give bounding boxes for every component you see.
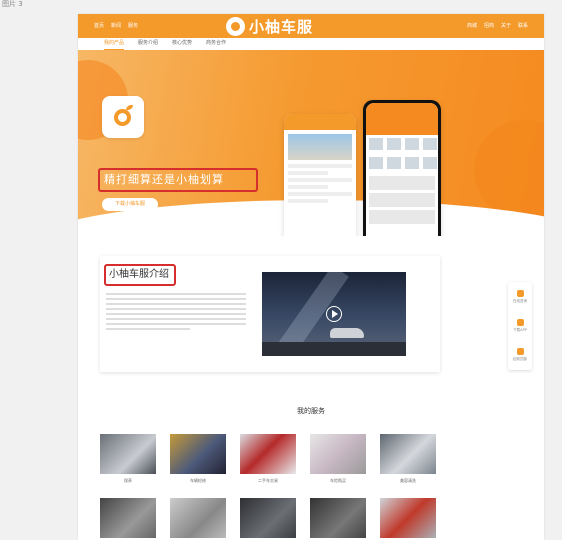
- service-label: 美容清洗: [400, 478, 416, 483]
- mock-line: [288, 164, 352, 168]
- service-card-insurance[interactable]: 车险购买: [310, 434, 366, 484]
- mock-tile: [423, 157, 437, 169]
- mock-tile: [387, 138, 401, 150]
- float-item-top[interactable]: 回到顶部: [508, 340, 532, 369]
- mock-line: [288, 185, 328, 189]
- top-link-contact[interactable]: 联系: [518, 22, 528, 29]
- service-card-maintenance[interactable]: 保养: [100, 434, 156, 484]
- orange-logo-icon: [226, 17, 245, 36]
- intro-video[interactable]: [262, 272, 406, 356]
- service-image: [100, 498, 156, 538]
- mock-screen: [366, 103, 438, 236]
- image-caption: 图片 3: [2, 0, 23, 8]
- subnav-item-advantages[interactable]: 核心优势: [172, 38, 192, 50]
- mock-block: [369, 210, 435, 224]
- play-icon[interactable]: [326, 306, 342, 322]
- top-link-news[interactable]: 新闻: [111, 22, 121, 29]
- floating-toolbar: 在线咨询 下载APP 回到顶部: [508, 282, 532, 370]
- mock-line: [288, 192, 352, 196]
- top-link-mall[interactable]: 商城: [467, 22, 477, 29]
- service-image: [170, 434, 226, 474]
- services-title: 我的服务: [297, 407, 325, 415]
- mock-block: [369, 193, 435, 207]
- service-image: [310, 434, 366, 474]
- service-image: [100, 434, 156, 474]
- intro-title: 小柚车服介绍: [104, 264, 176, 286]
- sub-nav: 我的产品 服务介绍 核心优势 商务合作: [78, 38, 544, 50]
- site-logo[interactable]: 小柚车服: [226, 16, 313, 37]
- service-label: 车辆检修: [190, 478, 206, 483]
- service-card[interactable]: [310, 498, 366, 538]
- mock-tile: [405, 138, 419, 150]
- mock-tile: [387, 157, 401, 169]
- service-image: [380, 498, 436, 538]
- subnav-item-services[interactable]: 服务介绍: [138, 38, 158, 50]
- float-item-consult[interactable]: 在线咨询: [508, 282, 532, 311]
- arrow-up-icon: [516, 347, 524, 355]
- brand-name: 小柚车服: [249, 18, 314, 36]
- mock-banner: [366, 103, 438, 135]
- hero-banner: 精打细算还是小柚划算 下载小柚车服: [78, 50, 544, 236]
- mock-header: [284, 114, 356, 130]
- service-label: 车险购买: [330, 478, 346, 483]
- subnav-item-products[interactable]: 我的产品: [104, 38, 125, 50]
- subnav-item-cooperation[interactable]: 商务合作: [206, 38, 226, 50]
- phone-mockup-front: [363, 100, 441, 236]
- top-link-about[interactable]: 关于: [501, 22, 511, 29]
- mock-block: [369, 176, 435, 190]
- service-card[interactable]: [240, 498, 296, 538]
- service-image: [170, 498, 226, 538]
- service-image: [380, 434, 436, 474]
- download-app-button[interactable]: 下载小柚车服: [102, 198, 158, 211]
- service-label: 二手车交易: [258, 478, 278, 483]
- orange-ring-icon: [114, 109, 131, 126]
- float-label: 在线咨询: [513, 298, 527, 303]
- top-link-service[interactable]: 服务: [128, 22, 138, 29]
- chat-icon: [516, 289, 524, 297]
- mock-tile: [369, 157, 383, 169]
- service-card-washing[interactable]: 美容清洗: [380, 434, 436, 484]
- screenshot-page: 图片 3 首页 新闻 服务 小柚车服 商城 招商 关于 联系 我的产品 服务介绍…: [0, 0, 562, 540]
- leaf-icon: [126, 105, 133, 110]
- service-image: [240, 498, 296, 538]
- float-label: 回到顶部: [513, 356, 527, 361]
- app-icon: [102, 96, 144, 138]
- service-card[interactable]: [170, 498, 226, 538]
- mock-line: [288, 199, 328, 203]
- mock-tile: [405, 157, 419, 169]
- intro-text: [106, 290, 246, 333]
- top-link-join[interactable]: 招商: [484, 22, 494, 29]
- service-image: [240, 434, 296, 474]
- float-label: 下载APP: [513, 327, 527, 332]
- decor-blob: [474, 120, 544, 220]
- top-nav-left: 首页 新闻 服务: [94, 22, 138, 29]
- top-nav-right: 商城 招商 关于 联系: [467, 22, 528, 29]
- service-label: 保养: [124, 478, 132, 483]
- mock-line: [288, 171, 328, 175]
- phone-mockup-back: [284, 114, 356, 236]
- mock-line: [288, 178, 352, 182]
- phone-icon: [516, 318, 524, 326]
- service-image: [310, 498, 366, 538]
- service-card[interactable]: [100, 498, 156, 538]
- service-card-repair[interactable]: 车辆检修: [170, 434, 226, 484]
- mock-tile: [423, 138, 437, 150]
- service-card-used-car[interactable]: 二手车交易: [240, 434, 296, 484]
- hero-slogan: 精打细算还是小柚划算: [98, 168, 258, 192]
- mock-store-photo: [288, 134, 352, 160]
- top-bar: 首页 新闻 服务 小柚车服 商城 招商 关于 联系: [78, 14, 544, 38]
- float-item-download[interactable]: 下载APP: [508, 311, 532, 340]
- mock-tile: [369, 138, 383, 150]
- ground: [262, 342, 406, 356]
- website: 首页 新闻 服务 小柚车服 商城 招商 关于 联系 我的产品 服务介绍 核心优势…: [78, 14, 544, 540]
- service-card[interactable]: [380, 498, 436, 538]
- top-link-home[interactable]: 首页: [94, 22, 104, 29]
- car-shape: [330, 328, 364, 338]
